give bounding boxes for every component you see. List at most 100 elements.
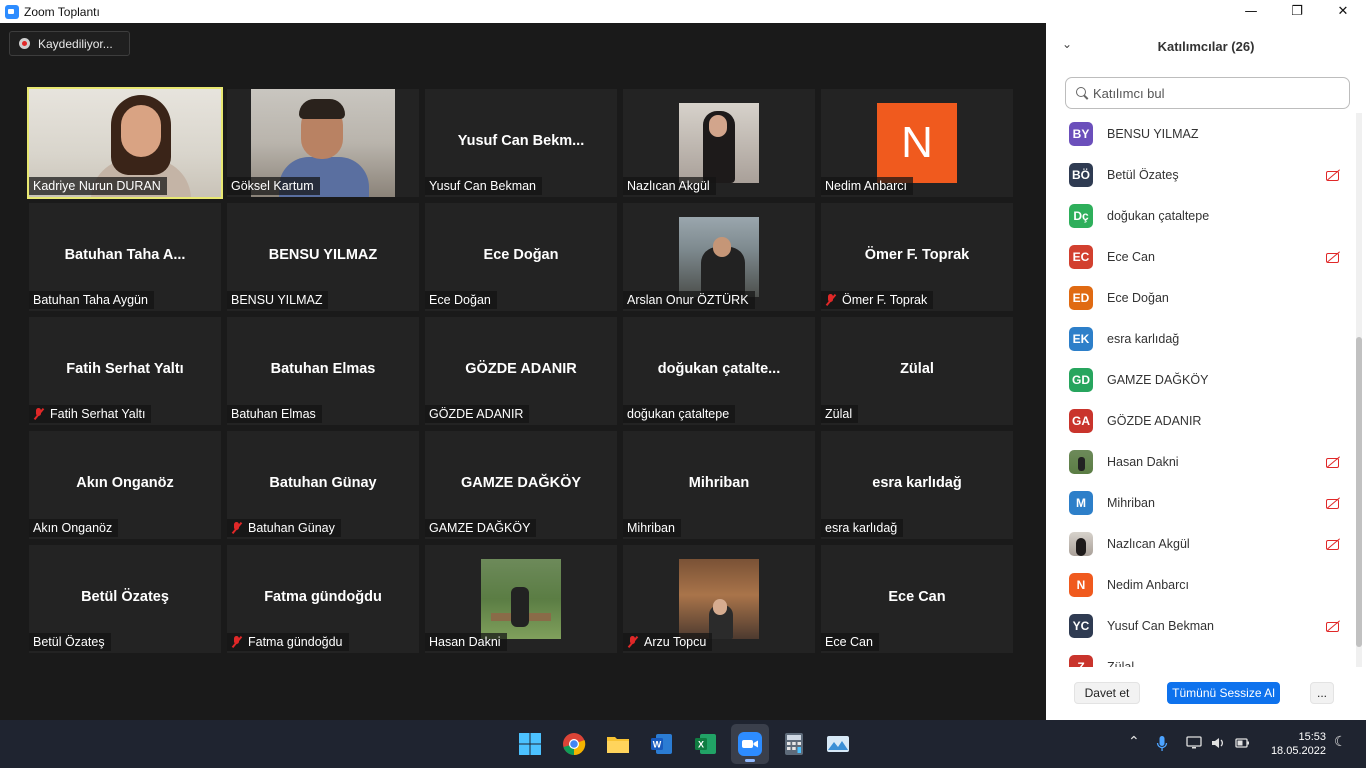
- tile-center-name: doğukan çatalte...: [657, 361, 781, 377]
- participant-row[interactable]: EC Ece Can: [1046, 236, 1354, 277]
- participant-name: GAMZE DAĞKÖY: [1107, 372, 1209, 387]
- tile-name-text: BENSU YILMAZ: [231, 293, 323, 307]
- tile-name-text: Mihriban: [627, 521, 675, 535]
- participant-tile[interactable]: BENSU YILMAZ BENSU YILMAZ: [227, 203, 419, 311]
- camera-off-icon[interactable]: [1325, 620, 1342, 632]
- search-icon: [1076, 87, 1088, 99]
- mute-all-button[interactable]: Tümünü Sessize Al: [1167, 682, 1280, 704]
- profile-picture: [481, 559, 561, 639]
- participants-panel: ⌄ Katılımcılar (26) BY BENSU YILMAZ BÖ Betü…: [1046, 0, 1366, 720]
- camera-off-icon[interactable]: [1325, 497, 1342, 509]
- avatar-initials: EC: [1072, 249, 1090, 264]
- camera-off-icon[interactable]: [1325, 169, 1342, 181]
- participant-tile[interactable]: Ece Doğan Ece Doğan: [425, 203, 617, 311]
- participant-row[interactable]: Dç doğukan çataltepe: [1046, 195, 1354, 236]
- participant-tile[interactable]: N Nedim Anbarcı: [821, 89, 1013, 197]
- participant-row[interactable]: Hasan Dakni: [1046, 441, 1354, 482]
- zoom-icon[interactable]: [738, 732, 762, 756]
- recording-indicator[interactable]: Kaydediliyor...: [9, 31, 130, 56]
- participant-row[interactable]: ED Ece Doğan: [1046, 277, 1354, 318]
- participant-tile[interactable]: Akın Onganöz Akın Onganöz: [29, 431, 221, 539]
- battery-icon[interactable]: [1234, 735, 1250, 751]
- collapse-chevron-icon[interactable]: ⌄: [1062, 37, 1072, 51]
- calculator-icon[interactable]: [782, 732, 806, 756]
- participant-tile[interactable]: Kadriye Nurun DURAN: [27, 87, 223, 199]
- participant-search[interactable]: [1065, 77, 1350, 109]
- tile-name-label: Nazlıcan Akgül: [623, 177, 716, 195]
- participant-row[interactable]: YC Yusuf Can Bekman: [1046, 605, 1354, 646]
- participant-tile[interactable]: Mihriban Mihriban: [623, 431, 815, 539]
- do-not-disturb-icon[interactable]: ☾: [1334, 734, 1347, 750]
- taskbar-clock[interactable]: 15:53 18.05.2022: [1262, 730, 1326, 758]
- participant-row[interactable]: BY BENSU YILMAZ: [1046, 113, 1354, 154]
- participant-tile[interactable]: Yusuf Can Bekm... Yusuf Can Bekman: [425, 89, 617, 197]
- participant-row[interactable]: BÖ Betül Özateş: [1046, 154, 1354, 195]
- tile-name-label: GÖZDE ADANIR: [425, 405, 530, 423]
- tile-name-label: Akın Onganöz: [29, 519, 119, 537]
- participant-row[interactable]: N Nedim Anbarcı: [1046, 564, 1354, 605]
- participant-search-input[interactable]: [1093, 85, 1333, 101]
- participant-tile[interactable]: Hasan Dakni: [425, 545, 617, 653]
- participant-tile[interactable]: GÖZDE ADANIR GÖZDE ADANIR: [425, 317, 617, 425]
- microphone-icon[interactable]: [1156, 735, 1168, 753]
- camera-off-icon[interactable]: [1325, 456, 1342, 468]
- maximize-button[interactable]: ❐: [1274, 0, 1320, 23]
- participant-avatar: GA: [1069, 408, 1093, 433]
- tray-chevron-icon[interactable]: ⌃: [1128, 734, 1140, 750]
- profile-picture: [679, 217, 759, 297]
- more-options-button[interactable]: ...: [1310, 682, 1334, 704]
- participant-row[interactable]: GD GAMZE DAĞKÖY: [1046, 359, 1354, 400]
- participant-tile[interactable]: Göksel Kartum: [227, 89, 419, 197]
- windows-start-icon[interactable]: [518, 732, 542, 756]
- participant-list[interactable]: BY BENSU YILMAZ BÖ Betül Özateş Dç doğukan ça…: [1046, 113, 1354, 667]
- participant-row[interactable]: Z Zülal: [1046, 646, 1354, 667]
- camera-off-icon[interactable]: [1325, 538, 1342, 550]
- participant-tile[interactable]: Batuhan Günay Batuhan Günay: [227, 431, 419, 539]
- participant-row[interactable]: Nazlıcan Akgül: [1046, 523, 1354, 564]
- profile-picture: N: [877, 103, 957, 183]
- file-explorer-icon[interactable]: [606, 732, 630, 756]
- muted-mic-icon: [231, 522, 243, 534]
- tile-name-label: BENSU YILMAZ: [227, 291, 329, 309]
- chrome-icon[interactable]: [562, 732, 586, 756]
- tile-center-name: Batuhan Günay: [269, 475, 377, 491]
- participant-tile[interactable]: Ece Can Ece Can: [821, 545, 1013, 653]
- volume-icon[interactable]: [1210, 735, 1226, 751]
- participant-tile[interactable]: Arzu Topcu: [623, 545, 815, 653]
- photos-icon[interactable]: [826, 732, 850, 756]
- camera-off-icon[interactable]: [1325, 251, 1342, 263]
- tile-center-name: Yusuf Can Bekm...: [457, 133, 585, 149]
- participant-tile[interactable]: Zülal Zülal: [821, 317, 1013, 425]
- participant-tile[interactable]: Fatih Serhat Yaltı Fatih Serhat Yaltı: [29, 317, 221, 425]
- invite-button[interactable]: Davet et: [1074, 682, 1140, 704]
- tile-name-text: Batuhan Elmas: [231, 407, 316, 421]
- participant-tile[interactable]: GAMZE DAĞKÖY GAMZE DAĞKÖY: [425, 431, 617, 539]
- participant-tile[interactable]: Betül Özateş Betül Özateş: [29, 545, 221, 653]
- participant-row[interactable]: EK esra karlıdağ: [1046, 318, 1354, 359]
- participant-tile[interactable]: Batuhan Taha A... Batuhan Taha Aygün: [29, 203, 221, 311]
- participant-list-scrollbar[interactable]: [1356, 113, 1362, 667]
- participant-row[interactable]: M Mihriban: [1046, 482, 1354, 523]
- tile-name-text: Nedim Anbarcı: [825, 179, 907, 193]
- participant-tile[interactable]: Nazlıcan Akgül: [623, 89, 815, 197]
- participant-tile[interactable]: Ömer F. Toprak Ömer F. Toprak: [821, 203, 1013, 311]
- excel-icon[interactable]: X: [694, 732, 718, 756]
- word-icon[interactable]: W: [650, 732, 674, 756]
- participant-tile[interactable]: Arslan Onur ÖZTÜRK: [623, 203, 815, 311]
- participant-row[interactable]: GA GÖZDE ADANIR: [1046, 400, 1354, 441]
- close-button[interactable]: ✕: [1320, 0, 1366, 23]
- participant-avatar: BY: [1069, 121, 1093, 146]
- participant-tile[interactable]: Batuhan Elmas Batuhan Elmas: [227, 317, 419, 425]
- network-display-icon[interactable]: [1186, 735, 1202, 751]
- window-controls: — ❐ ✕: [1228, 0, 1366, 23]
- avatar-initials: YC: [1072, 618, 1090, 633]
- scrollbar-thumb[interactable]: [1356, 337, 1362, 647]
- tile-center-name: Betül Özateş: [81, 589, 169, 605]
- participants-panel-footer: Davet et Tümünü Sessize Al ...: [1046, 676, 1366, 712]
- tile-name-label: Göksel Kartum: [227, 177, 320, 195]
- tile-name-text: Batuhan Günay: [248, 521, 335, 535]
- participant-tile[interactable]: esra karlıdağ esra karlıdağ: [821, 431, 1013, 539]
- participant-tile[interactable]: Fatma gündoğdu Fatma gündoğdu: [227, 545, 419, 653]
- minimize-button[interactable]: —: [1228, 0, 1274, 23]
- participant-tile[interactable]: doğukan çatalte... doğukan çataltepe: [623, 317, 815, 425]
